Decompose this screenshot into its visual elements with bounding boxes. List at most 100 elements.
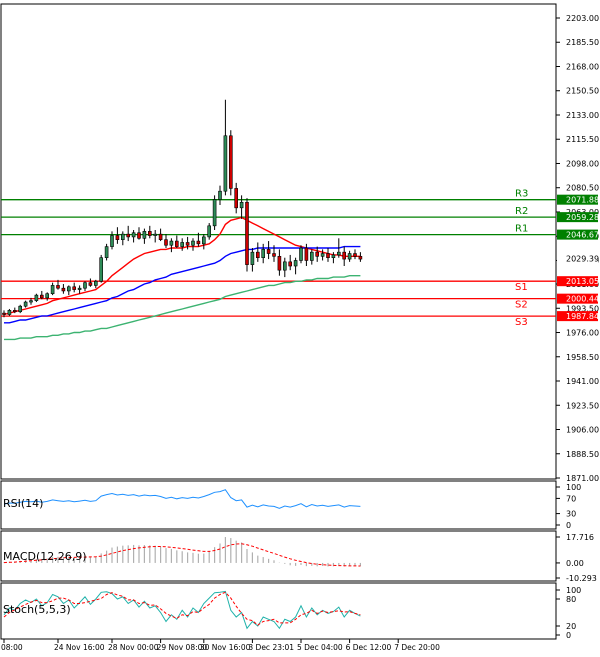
- stoch-label: Stoch(5,5,3): [3, 603, 71, 616]
- candle-body: [61, 287, 66, 292]
- candle-body: [299, 247, 303, 261]
- candle-body: [250, 251, 255, 265]
- level-name-r2: R2: [515, 206, 528, 217]
- candle-body: [353, 253, 357, 257]
- candle-body: [277, 256, 282, 271]
- level-price-tag: 2059.28: [566, 213, 599, 222]
- candle-body: [358, 256, 363, 260]
- time-tick-label: 30 Nov 16:00: [200, 643, 251, 652]
- main-pane: [0, 3, 557, 480]
- candle-body: [67, 286, 71, 292]
- candle-body: [218, 190, 222, 200]
- candle-body: [202, 236, 206, 245]
- stoch-tick-label: 100: [566, 586, 581, 595]
- candle-body: [110, 235, 114, 247]
- level-price-tag: 2000.44: [566, 295, 599, 304]
- time-tick-label: 3 Dec 23:01: [248, 643, 294, 652]
- candle-body: [347, 253, 352, 260]
- level-price-tags: 2071.88 2059.28 2046.67 2013.05 2000.44 1987.…: [557, 194, 599, 322]
- candle: [245, 198, 249, 272]
- candle-body: [309, 251, 314, 261]
- price-tick-label: 1941.00: [566, 377, 599, 386]
- candle-body: [56, 285, 60, 289]
- candle: [229, 130, 233, 196]
- candle-body: [234, 188, 238, 209]
- candle-body: [326, 253, 330, 258]
- candle-body: [212, 199, 217, 227]
- candle-body: [158, 233, 163, 240]
- macd-label: MACD(12,26,9): [3, 550, 87, 563]
- candle-body: [137, 232, 141, 239]
- price-tick-label: 1923.50: [566, 401, 599, 410]
- price-axis: 2203.00 2185.50 2168.00 2150.50 2133.00 2115.…: [556, 14, 599, 483]
- rsi-tick-label: 100: [566, 483, 581, 492]
- candle-body: [153, 233, 157, 236]
- candle-body: [50, 285, 55, 295]
- candle-body: [239, 201, 244, 209]
- candle-body: [88, 282, 93, 286]
- candle-body: [293, 260, 298, 267]
- level-name-r3: R3: [515, 189, 528, 200]
- candle: [299, 245, 303, 264]
- price-tick-label: 1888.50: [566, 450, 599, 459]
- level-price-tag: 2071.88: [566, 196, 599, 205]
- candle-body: [23, 301, 28, 307]
- candle-body: [229, 135, 233, 189]
- candle-body: [336, 251, 341, 256]
- candle-body: [2, 312, 6, 315]
- candle-body: [196, 240, 201, 245]
- candle-body: [121, 233, 125, 240]
- price-tick-label: 2185.50: [566, 38, 599, 47]
- level-name-s3: S3: [515, 317, 528, 328]
- candle-body: [142, 231, 147, 239]
- level-price-tag: 1987.84: [566, 312, 599, 321]
- candle-body: [266, 249, 271, 254]
- candle-body: [223, 135, 228, 192]
- current-price-label: 2029.39: [566, 255, 599, 264]
- candle-body: [148, 231, 152, 236]
- rsi-label: RSI(14): [3, 497, 43, 510]
- candle-body: [72, 286, 76, 290]
- candle: [34, 293, 39, 303]
- candle-body: [18, 305, 23, 313]
- price-tick-label: 1976.00: [566, 329, 599, 338]
- level-name-r1: R1: [515, 224, 528, 235]
- candle-body: [29, 300, 33, 303]
- price-tick-label: 1958.50: [566, 353, 599, 362]
- candle-body: [185, 242, 190, 246]
- candle-body: [131, 232, 136, 238]
- candle-body: [7, 310, 12, 315]
- time-axis: 08:00 24 Nov 16:00 28 Nov 00:0029 Nov 08:0…: [1, 639, 440, 652]
- macd-tick-label: 17.716: [566, 533, 594, 542]
- candle-body: [115, 235, 120, 240]
- candle-body: [169, 240, 174, 246]
- rsi-pane: [0, 480, 557, 530]
- macd-tick-label: -10.293: [566, 574, 597, 583]
- time-tick-label: 08:00: [1, 643, 23, 652]
- candle-body: [288, 261, 293, 267]
- price-tick-label: 2150.50: [566, 87, 599, 96]
- candle-body: [45, 293, 50, 299]
- candle-body: [13, 310, 17, 313]
- price-tick-label: 2098.00: [566, 159, 599, 168]
- candle-body: [272, 253, 276, 257]
- level-name-s1: S1: [515, 282, 528, 293]
- time-tick-label: 28 Nov 00:00: [108, 643, 159, 652]
- price-chart: R3 R2 R1 S1 S2 S3 2203.00 2185.50 2168.00 2150.5…: [0, 3, 599, 652]
- candle-body: [104, 246, 109, 258]
- candle-body: [320, 253, 325, 257]
- rsi-tick-label: 0: [566, 521, 571, 530]
- candle: [18, 304, 23, 314]
- time-tick-label: 5 Dec 04:00: [297, 643, 343, 652]
- price-tick-label: 1871.00: [566, 474, 599, 483]
- time-tick-label: 6 Dec 12:00: [346, 643, 392, 652]
- stoch-tick-label: 0: [566, 631, 571, 640]
- candle-body: [34, 294, 39, 301]
- candle-body: [99, 257, 103, 282]
- candle-body: [126, 233, 130, 238]
- stoch-tick-label: 20: [566, 622, 576, 631]
- candle-body: [180, 242, 184, 247]
- candle: [212, 195, 217, 230]
- time-tick-label: 24 Nov 16:00: [54, 643, 105, 652]
- macd-tick-label: 0.00: [566, 559, 584, 568]
